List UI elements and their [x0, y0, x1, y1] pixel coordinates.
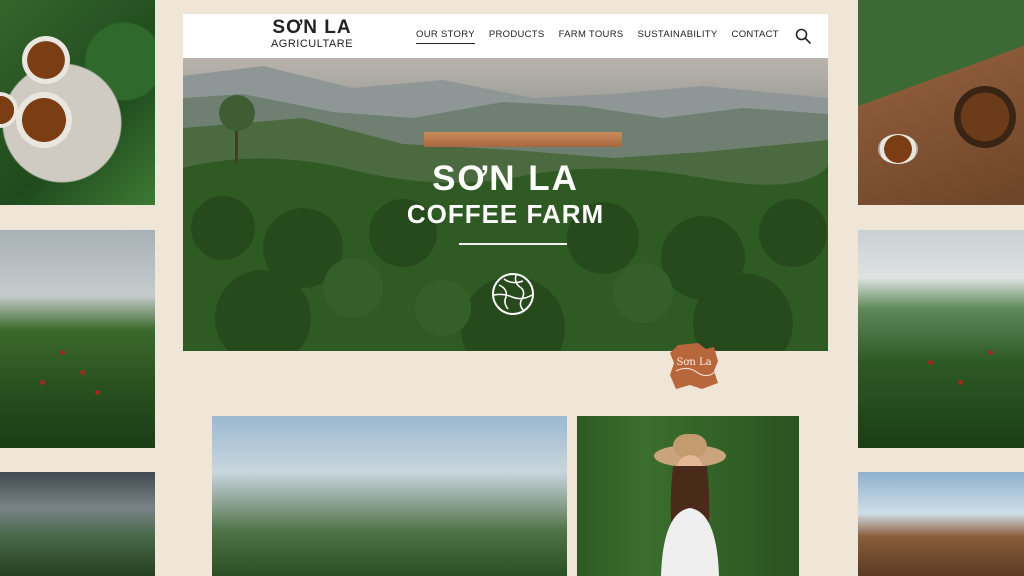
logo-subtitle: AGRICULTARE: [270, 38, 354, 50]
valley-landscape-photo: [212, 416, 567, 576]
farmhouse-photo: [858, 472, 1024, 576]
logo[interactable]: SƠN LA AGRICULTARE: [267, 18, 357, 51]
nav-our-story[interactable]: OUR STORY: [416, 29, 475, 44]
son-la-badge: Sơn La: [668, 341, 720, 391]
nav-products[interactable]: PRODUCTS: [489, 29, 545, 44]
wooden-plank: [424, 132, 622, 147]
hero-title: SƠN LA COFFEE FARM: [183, 160, 828, 230]
misty-mountains-photo: [0, 472, 155, 576]
coffee-cups-photo: [0, 0, 155, 205]
hero-divider: [459, 243, 567, 245]
coffee-plantation-photo: [858, 230, 1024, 448]
nav-farm-tours[interactable]: FARM TOURS: [559, 29, 624, 44]
coffee-table-photo: [858, 0, 1024, 205]
logo-title: SƠN LA: [272, 17, 352, 38]
badge-text: Sơn La: [676, 357, 712, 368]
nav-links: OUR STORY PRODUCTS FARM TOURS SUSTAINABI…: [416, 29, 779, 44]
navbar: SƠN LA AGRICULTARE OUR STORY PRODUCTS FA…: [183, 14, 828, 58]
hero-banner: SƠN LA COFFEE FARM: [183, 58, 828, 351]
coffee-plant-photo: [0, 230, 155, 448]
farmer-woman-photo: [577, 416, 799, 576]
website-panel: SƠN LA AGRICULTARE OUR STORY PRODUCTS FA…: [183, 14, 828, 389]
nav-contact[interactable]: CONTACT: [732, 29, 779, 44]
hero-title-line2: COFFEE FARM: [406, 199, 605, 229]
globe-icon: [490, 271, 536, 317]
hero-title-line1: SƠN LA: [432, 159, 579, 198]
nav-sustainability[interactable]: SUSTAINABILITY: [638, 29, 718, 44]
search-icon[interactable]: [795, 28, 811, 44]
